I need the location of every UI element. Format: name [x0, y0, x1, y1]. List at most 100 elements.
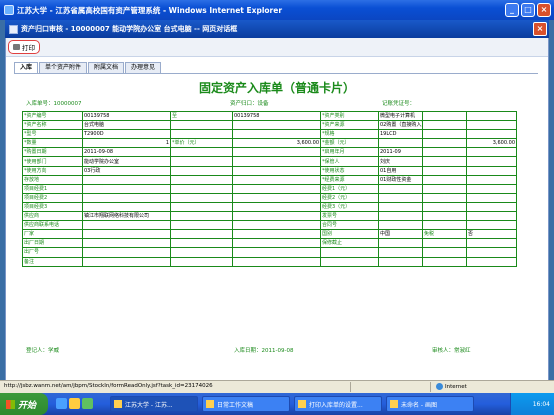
field-value	[466, 110, 517, 122]
field-label	[422, 201, 467, 213]
field-value	[82, 183, 171, 194]
field-value	[82, 192, 171, 203]
registrar: 登记人：学威	[26, 348, 60, 354]
task-label: 未命名 - 画图	[401, 401, 437, 409]
field-value: 03行政	[82, 165, 171, 176]
field-value: 01自用	[378, 165, 423, 176]
field-label	[170, 229, 233, 240]
task-paint[interactable]: 未命名 - 画图	[386, 396, 474, 412]
field-value: 中国	[378, 229, 423, 240]
desktop-quicklaunch-icon[interactable]	[82, 398, 93, 409]
field-value	[466, 120, 517, 131]
field-value	[82, 201, 171, 213]
form-row: *数量 1 *单价（元） 3,600.00 *金额（元） 3,600.00	[22, 138, 517, 149]
field-label: *规格	[320, 129, 379, 140]
status-divider	[430, 382, 431, 392]
clock[interactable]: 16:04	[533, 401, 550, 408]
field-label	[422, 238, 467, 249]
folder-quicklaunch-icon[interactable]	[69, 398, 80, 409]
field-value	[466, 220, 517, 231]
minimize-button[interactable]: _	[505, 3, 519, 17]
field-value	[466, 129, 517, 140]
field-value: T2900D	[82, 129, 171, 140]
form-meta: 入库单号：10000007 资产归口：设备 记账凭证号：	[22, 99, 516, 109]
ie-quicklaunch-icon[interactable]	[56, 398, 67, 409]
field-label: *保管人	[320, 156, 379, 167]
stock-in-date: 入库日期：2011-09-08	[234, 348, 294, 354]
maximize-button[interactable]: □	[521, 3, 535, 17]
field-label	[170, 201, 233, 213]
field-label	[422, 256, 467, 267]
field-label: *数量	[22, 138, 83, 149]
field-value	[378, 211, 423, 222]
field-value: 2011-09-08	[82, 147, 171, 158]
form-row: *型号 T2900D *规格 19LCD	[22, 129, 517, 140]
field-label	[422, 183, 467, 194]
task-print-settings[interactable]: 打印入库单的设置...	[294, 396, 382, 412]
field-value	[232, 201, 321, 213]
field-label: 经费2（元）	[320, 192, 379, 203]
field-label	[170, 183, 233, 194]
field-label	[170, 220, 233, 231]
field-label	[320, 256, 379, 267]
zone-label: Internet	[445, 383, 467, 390]
form-row: 供应商 镇江市翔联网络科技有限公司 发票号	[22, 211, 517, 222]
field-label: 出厂日期	[22, 238, 83, 249]
field-label: *资产类别	[320, 110, 379, 122]
tab-asset-attachment[interactable]: 单个资产附件	[39, 62, 88, 73]
tab-opinions[interactable]: 办理意见	[125, 62, 162, 73]
field-value	[82, 229, 171, 240]
field-value	[466, 174, 517, 185]
form-row: 厂家 国别 中国 免税否	[22, 229, 517, 240]
field-label	[422, 138, 467, 149]
print-button[interactable]: 打印	[8, 40, 40, 54]
field-value	[466, 211, 517, 222]
tab-documents[interactable]: 附属文档	[88, 62, 125, 73]
field-label	[170, 192, 233, 203]
field-label	[170, 211, 233, 222]
form-row: *资产编号 00139758 至 00139758 *资产类别 微型电子计算机	[22, 110, 517, 122]
paint-icon	[390, 400, 398, 408]
field-value	[466, 201, 517, 213]
dialog-titlebar[interactable]: 资产归口审核 - 10000007 能动学院办公室 台式电脑 -- 网页对话框 …	[5, 20, 549, 38]
task-documents[interactable]: 日常工作文稿	[202, 396, 290, 412]
asset-form-table: *资产编号 00139758 至 00139758 *资产类别 微型电子计算机 *资产名称台…	[22, 110, 517, 267]
field-value: 台式电脑	[82, 120, 171, 131]
field-value: 2011-09	[378, 147, 423, 158]
field-label	[422, 147, 467, 158]
ie-window-titlebar[interactable]: 江苏大学 - 江苏省属高校国有资产管理系统 - Windows Internet…	[0, 0, 554, 20]
field-value	[232, 147, 321, 158]
field-value: 02购置（直接购入）	[378, 120, 423, 131]
window-title: 江苏大学 - 江苏省属高校国有资产管理系统 - Windows Internet…	[17, 5, 283, 15]
form-row: *使用方向 03行政 *使用状态 01自用	[22, 165, 517, 176]
toolbar: 打印	[6, 38, 548, 57]
field-label: *资产编号	[22, 110, 83, 122]
field-label: 经费1（元）	[320, 183, 379, 194]
form-title: 固定资产入库单（普通卡片）	[198, 81, 355, 95]
field-value	[378, 138, 423, 149]
tab-stock-in[interactable]: 入库	[14, 62, 39, 73]
field-label: 厂家	[22, 229, 83, 240]
field-value	[378, 201, 423, 213]
field-value: 00139758	[232, 110, 321, 122]
field-value: 镇江市翔联网络科技有限公司	[82, 211, 171, 222]
field-value	[232, 165, 321, 176]
form-row: 出厂号	[22, 247, 517, 258]
doc-number: 入库单号：10000007	[26, 101, 82, 107]
field-label: 经费3（元）	[320, 201, 379, 213]
field-label: *资产名称	[22, 120, 83, 131]
close-button[interactable]: ×	[537, 3, 551, 17]
form-row: 项目经费1 经费1（元）	[22, 183, 517, 194]
field-value	[82, 247, 171, 258]
start-button[interactable]: 开始	[0, 393, 48, 415]
field-label: 至	[170, 110, 233, 122]
task-ie-window[interactable]: 江苏大学 - 江苏...	[110, 396, 198, 412]
field-label	[170, 156, 233, 167]
field-label: *单价（元）	[170, 138, 233, 149]
field-value: 1	[82, 138, 171, 149]
window-controls: _ □ ×	[505, 3, 551, 17]
field-value: 微型电子计算机	[378, 110, 423, 122]
field-value	[466, 147, 517, 158]
field-value	[378, 220, 423, 231]
dialog-close-button[interactable]: ×	[533, 22, 547, 36]
